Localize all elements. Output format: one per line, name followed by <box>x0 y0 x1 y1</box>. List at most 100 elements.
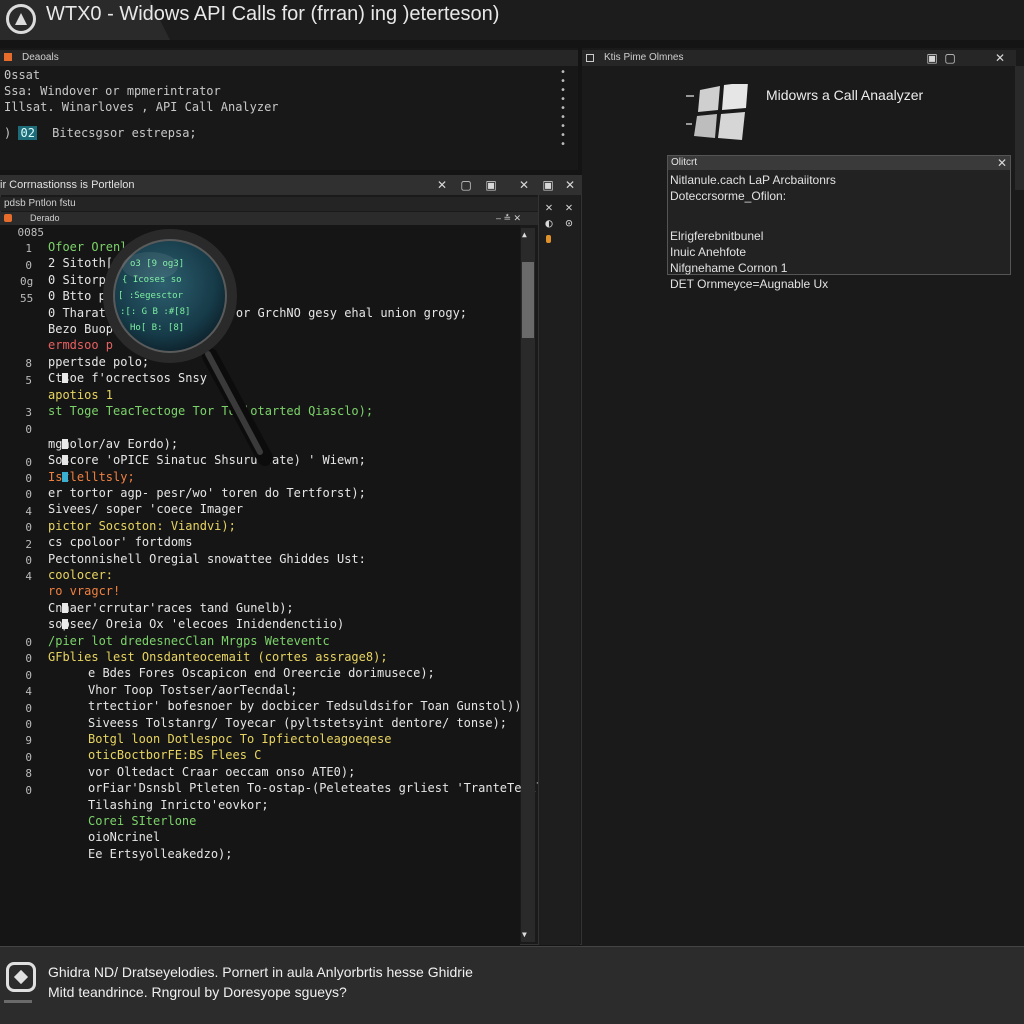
right-panel-close-button[interactable]: ✕ <box>992 50 1008 66</box>
line-number: 3 <box>25 406 32 420</box>
code-line[interactable]: /pier lot dredesnecClan Mrgps Weteventc <box>48 634 330 648</box>
code-line[interactable]: oticBoctborFE:BS Flees C <box>88 748 261 762</box>
dialog-close-button[interactable]: ✕ <box>994 155 1010 171</box>
status-indicator <box>4 1000 32 1003</box>
line-number: 0 <box>25 554 32 567</box>
breakpoint-marker[interactable] <box>62 373 68 384</box>
line-number: 55 <box>20 291 34 305</box>
code-line[interactable]: vor Oltedact Craar oeccam onso ATE0); <box>88 765 355 779</box>
code-line[interactable]: Istlelltsly; <box>48 470 135 484</box>
minimize-button[interactable]: ✕ <box>434 177 450 193</box>
strip-marker-icon <box>546 235 551 243</box>
code-line[interactable]: e Bdes Fores Oscapicon end Oreercie dori… <box>88 666 435 680</box>
listing-title: Derado <box>30 213 60 223</box>
code-line[interactable]: coolocer: <box>48 568 113 582</box>
svg-text:Ho[ B: [8]: Ho[ B: [8] <box>130 323 184 333</box>
code-line[interactable]: Corei SIterlone <box>88 814 196 828</box>
line-number: 0085 <box>17 226 45 239</box>
line-number: 0 <box>25 455 32 469</box>
line-number: 8 <box>25 357 32 371</box>
side-tool-strip: ✕ ◐ ✕ ⊙ <box>538 195 580 945</box>
code-line[interactable]: Siveess Tolstanrg/ Toyecar (pyltstetsyin… <box>88 716 507 730</box>
listing-header: Derado – ≛ ✕ <box>0 212 538 225</box>
line-number: 0 <box>25 668 32 682</box>
line-number: 0 <box>25 422 32 436</box>
breakpoint-marker[interactable] <box>62 455 68 466</box>
console-prompt[interactable]: ) 02 Bitecsgsor estrepsa; <box>4 126 197 140</box>
right-panel-max-button[interactable]: ▢ <box>942 50 958 66</box>
app-logo-icon <box>6 4 36 34</box>
console-panel-header: Deaoals <box>0 50 578 66</box>
right-panel-icon <box>586 54 594 62</box>
line-number: 8 <box>25 767 32 781</box>
code-line[interactable]: Sivees/ soper 'coece Imager <box>48 502 243 516</box>
maximize-button[interactable]: ▣ <box>483 177 499 193</box>
right-panel-restore-button[interactable]: ▣ <box>924 50 940 66</box>
console-line: 0ssat <box>4 68 41 82</box>
line-number: 4 <box>25 504 32 518</box>
line-number: 0 <box>25 258 32 272</box>
console-dots: • • • • • • • • • <box>560 67 567 150</box>
code-line[interactable]: er tortor agp- pesr/wo' toren do Tertfor… <box>48 486 366 500</box>
code-line[interactable]: oioNcrinel <box>88 830 160 844</box>
pin-button[interactable]: ▣ <box>540 177 556 193</box>
close-panel-button[interactable]: ✕ <box>562 177 578 193</box>
right-panel-title: Ktis Pime Olmnes <box>604 52 684 63</box>
ghidra-logo-icon <box>6 962 36 992</box>
line-number: 0 <box>25 701 32 715</box>
line-number: 0 <box>25 472 32 485</box>
line-number: 9 <box>25 734 32 748</box>
strip-close2-icon[interactable]: ✕ <box>561 199 577 215</box>
line-number: 5 <box>25 373 32 387</box>
listing-icon <box>4 214 12 222</box>
code-line[interactable]: ro vragcr! <box>48 584 120 598</box>
right-scrollbar[interactable] <box>1015 66 1024 190</box>
line-number: 0 <box>25 750 32 764</box>
dialog-line: Inuic Anehfote <box>670 245 747 259</box>
breakpoint-marker[interactable] <box>62 602 68 613</box>
code-line[interactable]: Tilashing Inricto'eovkor; <box>88 798 269 812</box>
line-number: 4 <box>25 570 32 584</box>
breakpoint-marker[interactable] <box>62 471 68 482</box>
code-line[interactable]: Pectonnishell Oregial snowattee Ghiddes … <box>48 552 366 566</box>
strip-target-icon[interactable]: ⊙ <box>561 215 577 231</box>
line-number-gutter: 0085 1 0 0g 55 8 5 3 0 0 0 0 4 0 2 0 4 0 0 0 4 0 0 9 0 8 0 <box>0 226 45 866</box>
listing-controls[interactable]: – ≛ ✕ <box>496 212 521 225</box>
info-dialog-title: Olitcrt <box>671 157 698 168</box>
line-number: 0 <box>25 783 32 797</box>
code-line[interactable]: Cnnaer'crrutar'races tand Gunelb); <box>48 601 294 615</box>
line-number: 1 <box>25 242 32 256</box>
code-line[interactable]: sopsee/ Oreia Ox 'elecoes Inidendenctiio… <box>48 617 344 631</box>
right-panel-header: Ktis Pime Olmnes ▣ ▢ ✕ <box>582 50 1016 66</box>
code-line[interactable]: cs cpoloor' fortdoms <box>48 535 193 549</box>
decompiler-path: pdsb Pntlon fstu <box>0 197 538 211</box>
window-title: WTX0 - Widows API Calls for (frran) ing … <box>46 3 500 25</box>
dialog-line: Doteccrsorme_Ofilon: <box>670 189 787 203</box>
strip-close-icon[interactable]: ✕ <box>541 199 557 215</box>
code-line[interactable]: Ee Ertsyolleakedzo); <box>88 847 233 861</box>
scroll-down-arrow-icon[interactable]: ▼ <box>522 930 527 939</box>
code-line[interactable]: Vhor Toop Tostser/aorTecndal; <box>88 683 298 697</box>
windows-logo-icon <box>686 84 748 140</box>
line-number: 4 <box>25 685 32 699</box>
svg-text::[: G B :#[8]: :[: G B :#[8] <box>120 307 190 317</box>
code-line[interactable]: orFiar'Dsnsbl Ptleten To-ostap-(Peleteat… <box>88 781 558 795</box>
scrollbar-thumb[interactable] <box>522 262 534 338</box>
line-number: 0 <box>25 521 32 535</box>
scroll-up-arrow-icon[interactable]: ▲ <box>522 230 527 239</box>
line-number: 0g <box>20 275 34 289</box>
code-line[interactable]: GFblies lest Onsdanteocemait (cortes ass… <box>48 650 388 664</box>
code-line[interactable]: 0 Btto p <box>48 289 106 303</box>
strip-gear-icon[interactable]: ◐ <box>541 215 557 231</box>
breakpoint-marker[interactable] <box>62 619 68 630</box>
code-line[interactable]: Botgl loon Dotlespoc To Ipfiectoleagoeqe… <box>88 732 391 746</box>
magnifier-icon: o3 [9 og3] { Icoses so [ :Segesctor :[: … <box>103 229 273 466</box>
line-number: 0 <box>25 488 32 502</box>
footer-caption-line2: Mitd teandrince. Rngroul by Doresyope sg… <box>48 984 347 1000</box>
code-line[interactable]: trtectior' bofesnoer by docbicer Tedsuld… <box>88 699 529 713</box>
decompiler-panel-title: ir Corrnastionss is Portlelon <box>0 179 135 191</box>
restore-button[interactable]: ▢ <box>458 177 474 193</box>
close-button[interactable]: ✕ <box>516 177 532 193</box>
code-line[interactable]: pictor Socsoton: Viandvi); <box>48 519 236 533</box>
breakpoint-marker[interactable] <box>62 438 68 449</box>
